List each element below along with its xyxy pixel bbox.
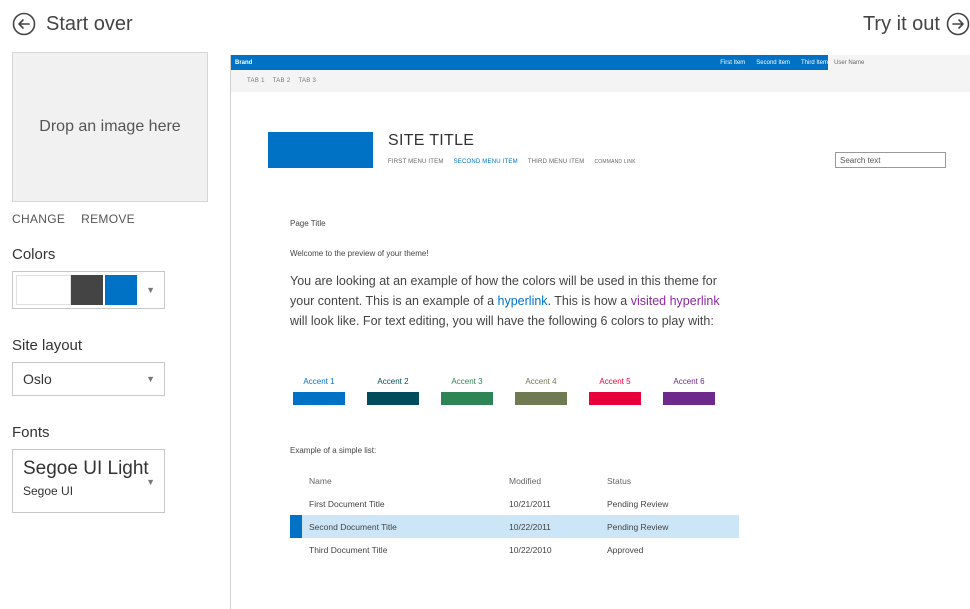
- suite-item-2[interactable]: Second Item: [756, 60, 790, 66]
- suite-bar-items: First Item Second Item Third Item: [720, 60, 828, 66]
- accent-1: Accent 1: [293, 377, 345, 405]
- try-it-out-label: Try it out: [862, 12, 940, 35]
- colors-dropdown[interactable]: ▼: [12, 271, 165, 309]
- suite-bar: Brand First Item Second Item Third Item …: [231, 55, 970, 70]
- column-header-modified[interactable]: Modified: [509, 476, 607, 486]
- body-paragraph: You are looking at an example of how the…: [290, 271, 730, 331]
- chevron-down-icon: ▼: [146, 477, 155, 487]
- menu-item-3[interactable]: THIRD MENU ITEM: [528, 159, 585, 165]
- chevron-down-icon: ▼: [146, 374, 155, 384]
- fonts-dropdown[interactable]: Segoe UI Light Segoe UI ▼: [12, 449, 165, 513]
- remove-image-link[interactable]: REMOVE: [81, 212, 135, 226]
- accent-3-label: Accent 3: [451, 377, 483, 386]
- tab-1[interactable]: TAB 1: [247, 78, 265, 84]
- accent-1-swatch: [293, 392, 345, 405]
- accent-3-swatch: [441, 392, 493, 405]
- row-status: Pending Review: [607, 521, 669, 532]
- list-row-selected[interactable]: Second Document Title 10/22/2011 Pending…: [290, 515, 739, 538]
- tab-3[interactable]: TAB 3: [298, 78, 316, 84]
- site-layout-value: Oslo: [23, 371, 52, 387]
- theme-preview: Brand First Item Second Item Third Item …: [230, 55, 970, 609]
- visited-hyperlink[interactable]: visited hyperlink: [631, 294, 720, 308]
- image-actions: CHANGE REMOVE: [12, 212, 208, 226]
- accent-1-label: Accent 1: [303, 377, 335, 386]
- welcome-text: Welcome to the preview of your theme!: [290, 249, 429, 258]
- row-name: First Document Title: [309, 498, 385, 509]
- site-logo: [268, 132, 373, 168]
- page-title: Page Title: [290, 219, 326, 228]
- row-name: Third Document Title: [309, 544, 388, 555]
- circle-arrow-right-icon: [946, 12, 970, 36]
- accent-5: Accent 5: [589, 377, 641, 405]
- accent-2-swatch: [367, 392, 419, 405]
- accent-3: Accent 3: [441, 377, 493, 405]
- list-label: Example of a simple list:: [290, 446, 377, 455]
- circle-arrow-left-icon: [12, 12, 36, 36]
- row-modified: 10/22/2010: [509, 544, 552, 555]
- color-swatch-3: [105, 275, 137, 305]
- row-modified: 10/21/2011: [509, 498, 551, 509]
- search-input[interactable]: Search text: [835, 152, 946, 168]
- accent-4-swatch: [515, 392, 567, 405]
- accent-5-swatch: [589, 392, 641, 405]
- change-image-link[interactable]: CHANGE: [12, 212, 65, 226]
- color-swatch-1: [16, 275, 71, 305]
- list-row[interactable]: First Document Title 10/21/2011 Pending …: [290, 492, 739, 515]
- search-placeholder: Search text: [840, 155, 881, 165]
- suite-item-3[interactable]: Third Item: [801, 60, 828, 66]
- drop-zone-text: Drop an image here: [39, 118, 181, 135]
- list-header-row: Name Modified Status: [290, 469, 739, 492]
- accent-2: Accent 2: [367, 377, 419, 405]
- column-header-name[interactable]: Name: [290, 476, 509, 486]
- colors-heading: Colors: [12, 246, 56, 263]
- accent-6-swatch: [663, 392, 715, 405]
- hyperlink[interactable]: hyperlink: [498, 294, 548, 308]
- image-drop-zone[interactable]: Drop an image here: [12, 52, 208, 202]
- heading-font-name: Segoe UI Light: [23, 458, 149, 479]
- site-layout-heading: Site layout: [12, 337, 83, 354]
- command-link[interactable]: COMMAND LINK: [594, 159, 635, 165]
- list-row[interactable]: Third Document Title 10/22/2010 Approved: [290, 538, 739, 561]
- menu-item-1[interactable]: FIRST MENU ITEM: [388, 159, 444, 165]
- accent-6-label: Accent 6: [673, 377, 705, 386]
- try-it-out-button[interactable]: Try it out: [863, 12, 970, 36]
- simple-list: Name Modified Status First Document Titl…: [290, 469, 739, 561]
- accent-colors: Accent 1 Accent 2 Accent 3 Accent 4 Acce…: [293, 377, 715, 405]
- site-menu: FIRST MENU ITEM SECOND MENU ITEM THIRD M…: [388, 159, 636, 165]
- row-modified: 10/22/2011: [509, 521, 551, 532]
- suite-item-1[interactable]: First Item: [720, 60, 745, 66]
- accent-4-label: Accent 4: [525, 377, 557, 386]
- menu-item-2[interactable]: SECOND MENU ITEM: [454, 159, 518, 165]
- chevron-down-icon: ▼: [146, 285, 155, 295]
- accent-2-label: Accent 2: [377, 377, 409, 386]
- start-over-label: Start over: [46, 12, 133, 35]
- color-swatch-2: [71, 275, 103, 305]
- body-font-name: Segoe UI: [23, 484, 74, 498]
- fonts-heading: Fonts: [12, 424, 50, 441]
- accent-5-label: Accent 5: [599, 377, 631, 386]
- accent-6: Accent 6: [663, 377, 715, 405]
- row-selection-indicator: [290, 515, 302, 538]
- site-layout-dropdown[interactable]: Oslo ▼: [12, 362, 165, 396]
- start-over-button[interactable]: Start over: [12, 12, 133, 36]
- row-status: Approved: [607, 544, 644, 555]
- tab-2[interactable]: TAB 2: [273, 78, 291, 84]
- column-header-status[interactable]: Status: [607, 476, 727, 486]
- site-title: SITE TITLE: [388, 132, 475, 149]
- left-panel: Drop an image here CHANGE REMOVE Colors …: [12, 52, 208, 513]
- row-status: Pending Review: [607, 498, 669, 509]
- body-text-2: . This is how a: [547, 294, 631, 308]
- ribbon-tabs: TAB 1 TAB 2 TAB 3: [231, 70, 970, 92]
- suite-brand[interactable]: Brand: [235, 60, 252, 66]
- user-name[interactable]: User Name: [828, 55, 970, 70]
- body-text-3: will look like. For text editing, you wi…: [290, 314, 714, 328]
- accent-4: Accent 4: [515, 377, 567, 405]
- row-name: Second Document Title: [309, 521, 397, 532]
